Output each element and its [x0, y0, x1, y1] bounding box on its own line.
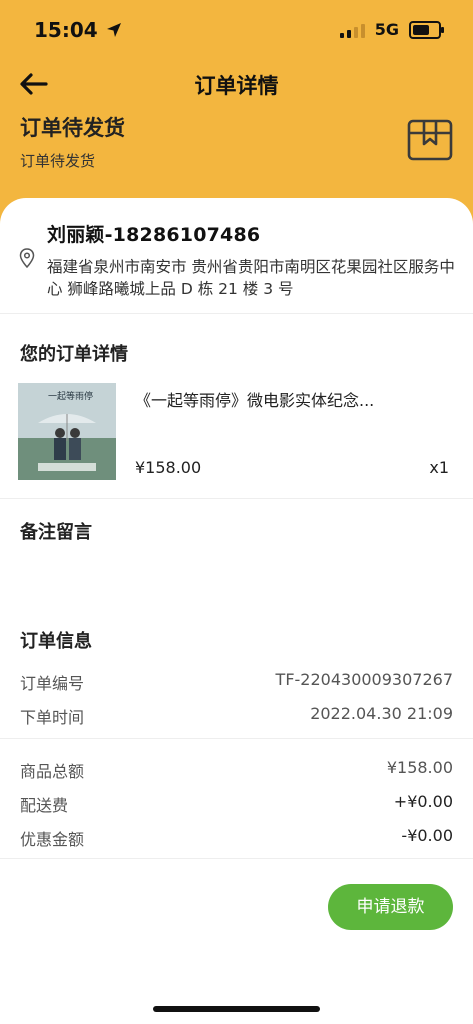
order-info-title: 订单信息	[20, 631, 92, 652]
shipping-address: 福建省泉州市南安市 贵州省贵阳市南明区花果园社区服务中心 狮峰路曦城上品 D 栋…	[47, 258, 455, 298]
order-status-title: 订单待发货	[20, 116, 125, 140]
discount-value: -¥0.00	[401, 826, 453, 845]
goods-total-value: ¥158.00	[386, 758, 453, 777]
discount-label: 优惠金额	[20, 830, 85, 849]
divider	[0, 858, 473, 859]
location-pin-icon	[19, 248, 35, 269]
recipient-name-phone: 刘丽颖-18286107486	[47, 224, 261, 246]
divider	[0, 313, 473, 314]
battery-icon	[409, 20, 444, 39]
divider	[0, 498, 473, 499]
refund-button[interactable]: 申请退款	[328, 884, 453, 930]
order-time-label: 下单时间	[20, 708, 85, 727]
package-icon	[407, 118, 453, 162]
status-bar: 15:04 5G	[0, 0, 473, 60]
order-number-label: 订单编号	[20, 674, 85, 693]
order-time-value: 2022.04.30 21:09	[310, 704, 453, 723]
shipping-fee-label: 配送费	[20, 796, 69, 815]
order-items-title: 您的订单详情	[20, 344, 128, 365]
status-time: 15:04	[34, 18, 122, 42]
svg-text:一起等雨停: 一起等雨停	[48, 390, 93, 402]
order-number-value: TF-220430009307267	[275, 670, 453, 689]
divider	[0, 738, 473, 739]
product-image[interactable]: 一起等雨停	[18, 383, 116, 480]
remark-title: 备注留言	[20, 522, 92, 543]
home-indicator	[153, 1006, 320, 1012]
location-arrow-icon	[106, 23, 121, 37]
product-price: ¥158.00	[135, 458, 202, 477]
clock-text: 15:04	[34, 18, 98, 42]
order-detail-card: 刘丽颖-18286107486 福建省泉州市南安市 贵州省贵阳市南明区花果园社区…	[0, 198, 473, 1024]
order-status-subtitle: 订单待发货	[20, 152, 96, 170]
nav-bar: 订单详情	[0, 60, 473, 106]
shipping-fee-value: +¥0.00	[393, 792, 453, 811]
goods-total-label: 商品总额	[20, 762, 85, 781]
page-title: 订单详情	[194, 74, 279, 98]
network-type: 5G	[374, 20, 399, 39]
product-name[interactable]: 《一起等雨停》微电影实体纪念...	[135, 387, 415, 411]
product-quantity: x1	[429, 458, 449, 477]
signal-icon	[339, 22, 365, 38]
status-indicators: 5G	[339, 20, 444, 39]
